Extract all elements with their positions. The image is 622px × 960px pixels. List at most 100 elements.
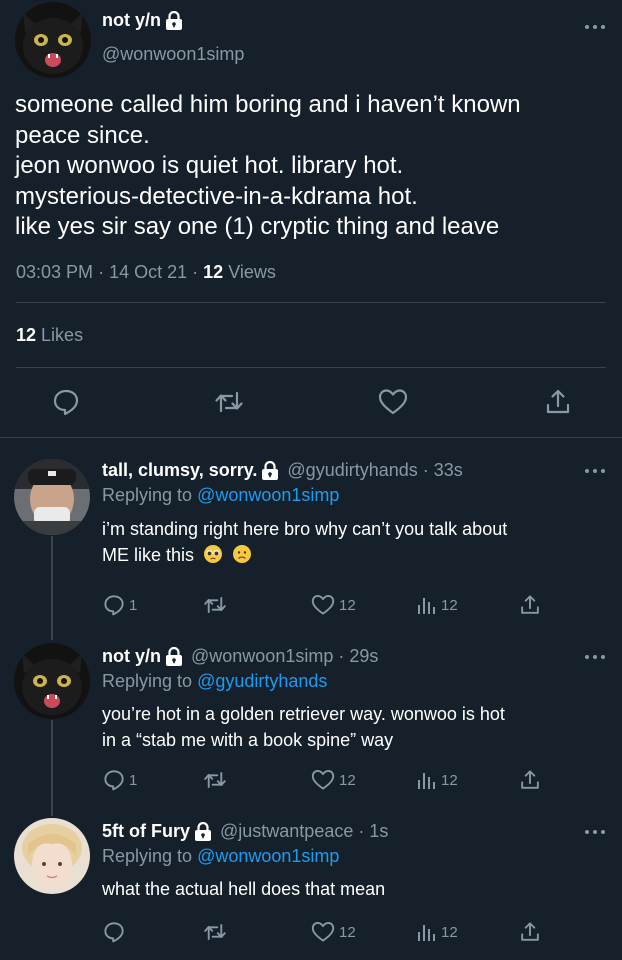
views-icon	[418, 925, 435, 941]
view-count: 12	[441, 596, 458, 614]
reply-icon[interactable]	[52, 388, 80, 416]
mention-link[interactable]: @wonwoon1simp	[197, 485, 339, 505]
mention-link[interactable]: @wonwoon1simp	[197, 846, 339, 866]
likes-summary[interactable]: 12 Likes	[16, 325, 83, 346]
reply-count: 1	[129, 596, 138, 614]
reply-action-bar: 1 12 12	[0, 594, 622, 618]
reply-icon	[104, 770, 124, 791]
tweet-text-line: peace since.	[15, 121, 150, 149]
mention-link[interactable]: @gyudirtyhands	[197, 671, 327, 691]
reply-icon	[104, 922, 124, 943]
lock-icon	[166, 10, 182, 30]
reply-button[interactable]: 1	[103, 594, 137, 616]
tweet-time[interactable]: 03:03 PM	[16, 262, 93, 282]
share-icon[interactable]	[519, 594, 541, 616]
view-count: 12	[441, 923, 458, 941]
like-button[interactable]: 12	[311, 921, 356, 943]
like-icon	[311, 595, 335, 615]
reply-count: 1	[129, 771, 138, 789]
reply-text: you’re hot in a golden retriever way. wo…	[102, 701, 607, 753]
replying-to: Replying to @wonwoon1simp	[102, 485, 340, 505]
reply-header: 5ft of Fury @justwantpeace · 1s	[102, 821, 388, 842]
reply-action-bar: 1 12 12	[0, 769, 622, 793]
likes-count: 12	[16, 325, 37, 345]
pleading-face-emoji-icon	[204, 545, 223, 563]
tweet-text: someone called him boring and i haven’t …	[15, 90, 610, 243]
avatar[interactable]	[14, 459, 90, 535]
author-handle[interactable]: @gyudirtyhands · 33s	[287, 460, 462, 481]
author-handle[interactable]: @wonwoon1simp	[102, 44, 244, 65]
tweet-text-line: jeon wonwoo is quiet hot. library hot.	[15, 152, 404, 179]
reply-icon	[104, 595, 124, 616]
like-count: 12	[339, 771, 356, 789]
author-name[interactable]: not y/n	[102, 10, 183, 31]
reply-text-line: ME like this	[102, 542, 607, 568]
like-count: 12	[339, 596, 356, 614]
reply-text-line: what the actual hell does that mean	[102, 879, 386, 899]
reply-button[interactable]	[103, 921, 125, 943]
views-icon	[418, 598, 435, 614]
reply-button[interactable]: 1	[103, 769, 137, 791]
thread-connector	[51, 720, 53, 816]
replying-to: Replying to @gyudirtyhands	[102, 671, 328, 691]
retweet-icon	[204, 923, 226, 941]
divider	[16, 367, 606, 368]
reply-header: tall, clumsy, sorry. @gyudirtyhands · 33…	[102, 460, 463, 481]
author-name[interactable]: not y/n	[102, 646, 161, 667]
views-button[interactable]: 12	[415, 769, 458, 791]
lock-icon	[195, 821, 211, 841]
views-button[interactable]: 12	[415, 594, 458, 616]
retweet-icon	[204, 771, 226, 789]
like-count: 12	[339, 923, 356, 941]
views-icon	[418, 773, 435, 789]
reply-text: i’m standing right here bro why can’t yo…	[102, 516, 607, 568]
replying-to: Replying to @wonwoon1simp	[102, 846, 340, 866]
likes-label: Likes	[41, 325, 84, 345]
reply-action-bar: 12 12	[0, 921, 622, 945]
share-icon[interactable]	[519, 921, 541, 943]
view-count: 12	[441, 771, 458, 789]
tweet-text-line: mysterious-detective-in-a-kdrama hot.	[15, 182, 418, 210]
author-handle[interactable]: @wonwoon1simp · 29s	[191, 646, 378, 667]
like-button[interactable]: 12	[311, 594, 356, 616]
views-button[interactable]: 12	[415, 921, 458, 943]
divider	[16, 302, 606, 303]
share-icon[interactable]	[519, 769, 541, 791]
cat-avatar-image	[15, 2, 91, 78]
tweet-action-bar	[0, 388, 622, 418]
retweet-icon	[204, 596, 226, 614]
tweet-meta: 03:03 PM · 14 Oct 21 · 12 Views	[16, 262, 276, 282]
reply-text-line: i’m standing right here bro why can’t yo…	[102, 519, 508, 539]
share-icon[interactable]	[544, 388, 572, 416]
retweet-button[interactable]	[203, 769, 227, 791]
like-button[interactable]: 12	[311, 769, 356, 791]
author-handle[interactable]: @justwantpeace · 1s	[220, 821, 388, 842]
reply-text: what the actual hell does that mean	[102, 876, 607, 902]
author-name[interactable]: tall, clumsy, sorry.	[102, 460, 257, 481]
like-icon[interactable]	[378, 388, 408, 416]
more-options-icon[interactable]	[584, 466, 606, 476]
person-avatar-image	[14, 818, 90, 894]
like-icon	[311, 770, 335, 790]
tweet-text-line: someone called him boring and i haven’t …	[15, 91, 521, 118]
retweet-button[interactable]	[203, 594, 227, 616]
avatar[interactable]	[14, 643, 90, 719]
tweet-date[interactable]: 14 Oct 21	[109, 262, 187, 282]
views-label: Views	[228, 262, 276, 282]
retweet-button[interactable]	[203, 921, 227, 943]
more-options-icon[interactable]	[584, 652, 606, 662]
lock-icon	[166, 646, 182, 666]
views-count: 12	[203, 262, 224, 282]
more-options-icon[interactable]	[584, 22, 606, 32]
retweet-icon[interactable]	[214, 388, 244, 416]
like-icon	[311, 922, 335, 942]
cat-avatar-image	[14, 643, 90, 719]
avatar[interactable]	[15, 2, 91, 78]
more-options-icon[interactable]	[584, 827, 606, 837]
avatar[interactable]	[14, 818, 90, 894]
worried-face-emoji-icon	[233, 545, 252, 563]
thread-connector	[51, 536, 53, 640]
tweet-text-line: like yes sir say one (1) cryptic thing a…	[15, 213, 500, 240]
author-name[interactable]: 5ft of Fury	[102, 821, 190, 842]
reply-text-line: in a “stab me with a book spine” way	[102, 730, 394, 750]
